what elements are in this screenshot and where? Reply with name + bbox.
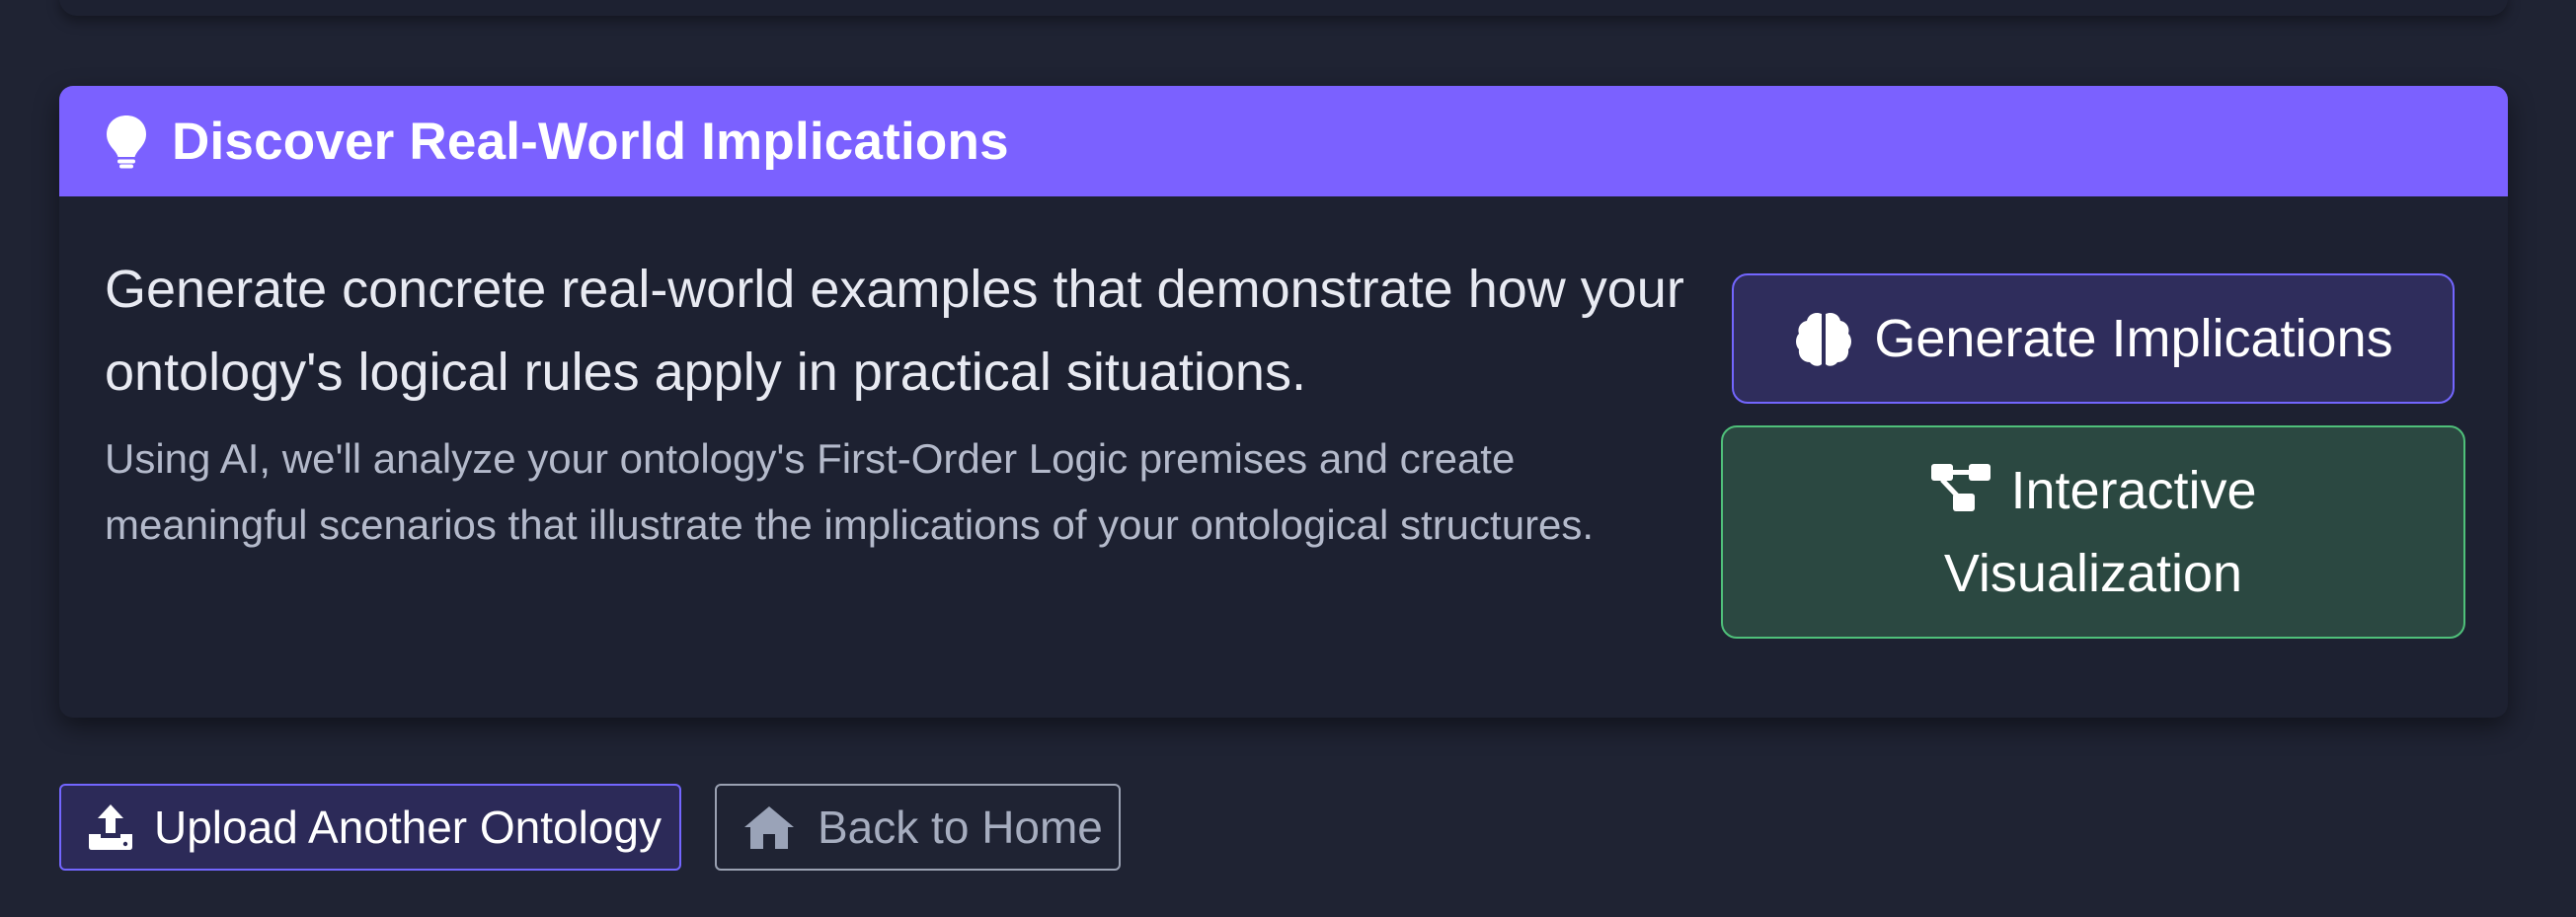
home-label: Back to Home: [818, 802, 1103, 853]
brain-icon: [1793, 308, 1854, 369]
visualization-label-line2: Visualization: [1943, 544, 2243, 603]
upload-label: Upload Another Ontology: [154, 802, 663, 853]
lightbulb-icon: [103, 114, 150, 169]
previous-card-edge: [59, 0, 2508, 16]
implications-card: Discover Real-World Implications Generat…: [59, 86, 2508, 718]
upload-icon: [87, 802, 134, 852]
card-header: Discover Real-World Implications: [59, 86, 2508, 196]
lead-text: Generate concrete real-world examples th…: [105, 260, 1684, 402]
generate-implications-button[interactable]: Generate Implications: [1732, 273, 2455, 404]
upload-another-ontology-button[interactable]: Upload Another Ontology: [59, 784, 681, 871]
back-to-home-button[interactable]: Back to Home: [715, 784, 1121, 871]
generate-implications-label: Generate Implications: [1874, 309, 2393, 368]
description-text: Using AI, we'll analyze your ontology's …: [105, 435, 1595, 548]
visualization-label-line1: Interactive: [2010, 461, 2257, 520]
card-body: Generate concrete real-world examples th…: [59, 196, 2508, 718]
interactive-visualization-button[interactable]: Interactive Visualization: [1721, 425, 2465, 639]
home-icon: [742, 803, 796, 851]
diagram-project-icon: [1929, 455, 1992, 511]
card-title: Discover Real-World Implications: [172, 112, 1009, 171]
